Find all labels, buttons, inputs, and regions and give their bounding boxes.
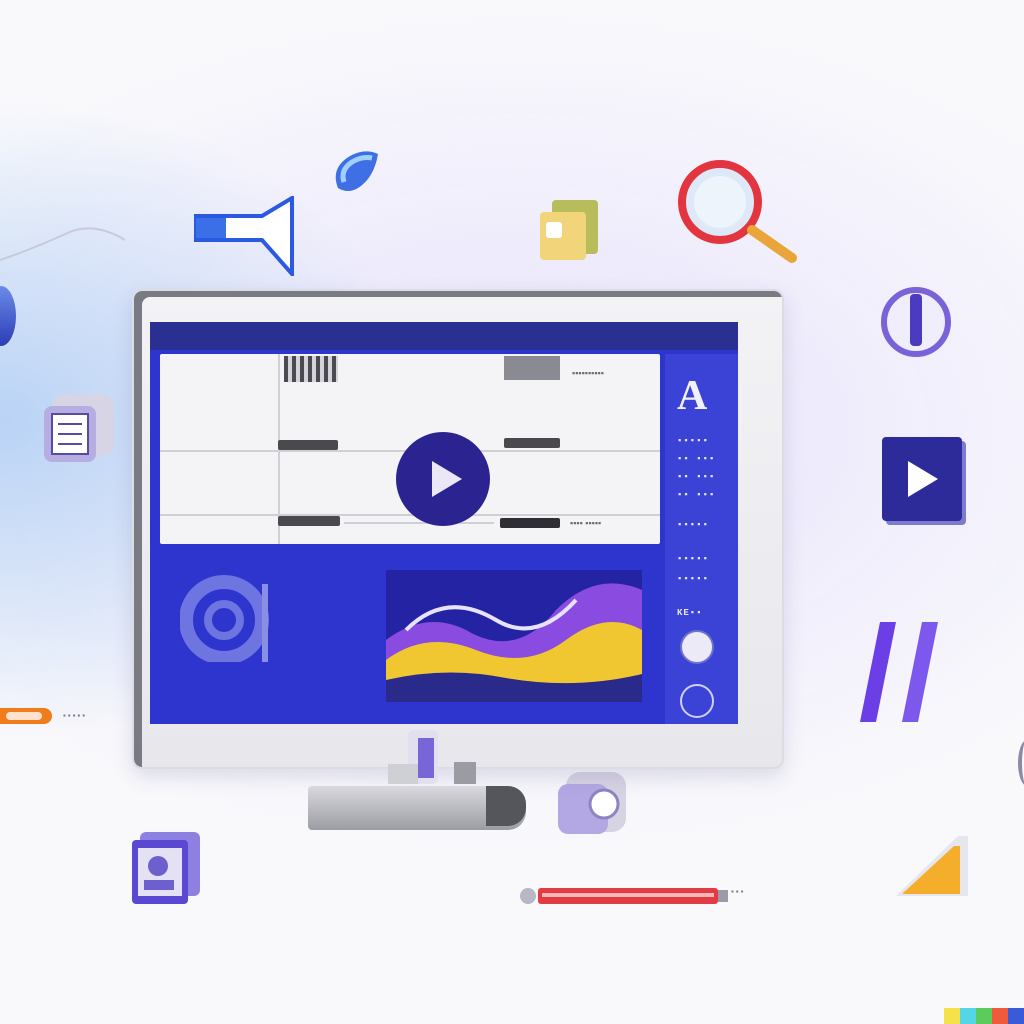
- pencil-caption: ▪▪▪: [730, 888, 745, 897]
- side-panel-logo: A: [677, 373, 708, 419]
- thumbnail-placeholder: [284, 356, 338, 382]
- document-tile-icon: [44, 394, 114, 462]
- illustration-scene: ▪▪▪▪▪ ▪▪▪ ▪▪▪▪▪▪▪▪▪▪ ▪▪▪▪ ▪▪▪▪▪ A ▪▪▪▪▪ …: [0, 0, 1024, 1024]
- screen-title-bar: [150, 322, 738, 350]
- palette-swatch: [976, 1008, 992, 1024]
- magnifier-icon: [678, 160, 797, 263]
- gauge-icon: [180, 575, 269, 662]
- play-button[interactable]: [396, 432, 490, 526]
- timer-icon: [881, 287, 951, 357]
- settings-knob[interactable]: [680, 684, 714, 718]
- side-panel-row: ▪▪ ▪▪▪: [677, 490, 716, 500]
- progress-bar: [500, 518, 560, 528]
- folder-icon: [540, 200, 598, 260]
- header-placeholder: [504, 356, 560, 380]
- video-meta-text: ▪▪▪▪ ▪▪▪▪▪: [570, 518, 602, 528]
- side-panel-row: ▪▪ ▪▪▪: [677, 454, 716, 464]
- volume-knob[interactable]: [680, 630, 714, 664]
- side-panel-row: ▪▪▪▪▪: [677, 574, 710, 584]
- palette-swatch: [960, 1008, 976, 1024]
- side-panel: A ▪▪▪▪▪ ▪▪ ▪▪▪ ▪▪ ▪▪▪ ▪▪ ▪▪▪ ▪▪▪▪▪ ▪▪▪▪▪…: [665, 354, 738, 724]
- side-panel-row: ▪▪▪▪▪: [677, 520, 710, 530]
- megaphone-icon: [194, 196, 294, 276]
- triangle-ruler-icon: [896, 836, 968, 896]
- progress-bar: [278, 440, 338, 450]
- progress-track: [344, 522, 494, 524]
- video-meta-text: ▪▪▪▪▪▪▪▪▪▪: [572, 368, 604, 378]
- play-button-icon: [882, 437, 962, 521]
- monitor-stand-base-edge: [486, 786, 526, 826]
- edge-ring-icon: [1018, 740, 1024, 786]
- color-palette-strip: [944, 1008, 1024, 1024]
- photo-tile-icon: [132, 832, 200, 904]
- palette-swatch: [944, 1008, 960, 1024]
- orange-slider: [0, 708, 52, 724]
- monitor-screen: ▪▪▪▪▪▪▪▪▪▪ ▪▪▪▪ ▪▪▪▪▪ A ▪▪▪▪▪ ▪▪ ▪▪▪ ▪▪ …: [150, 322, 738, 724]
- monitor-stand-neck: [388, 730, 476, 784]
- side-panel-row: ▪▪▪▪▪: [677, 436, 710, 446]
- pause-stripes-icon: [860, 622, 938, 722]
- edge-disc-icon: [0, 286, 16, 346]
- video-player-panel: ▪▪▪▪▪▪▪▪▪▪ ▪▪▪▪ ▪▪▪▪▪: [160, 354, 660, 544]
- wave-artwork: [386, 570, 642, 702]
- pencil-icon: [520, 888, 728, 904]
- side-panel-row: ▪▪▪▪▪: [677, 554, 710, 564]
- side-panel-row: KE▪▪: [677, 608, 703, 618]
- palette-swatch: [992, 1008, 1008, 1024]
- slider-caption: ▪▪▪▪▪: [62, 712, 87, 721]
- divider: [160, 514, 660, 516]
- progress-bar: [504, 438, 560, 448]
- decorative-arc: [0, 227, 126, 261]
- progress-bar: [278, 516, 340, 526]
- droplet-icon: [335, 151, 378, 191]
- camera-device-icon: [558, 772, 626, 834]
- side-panel-row: ▪▪ ▪▪▪: [677, 472, 716, 482]
- palette-swatch: [1008, 1008, 1024, 1024]
